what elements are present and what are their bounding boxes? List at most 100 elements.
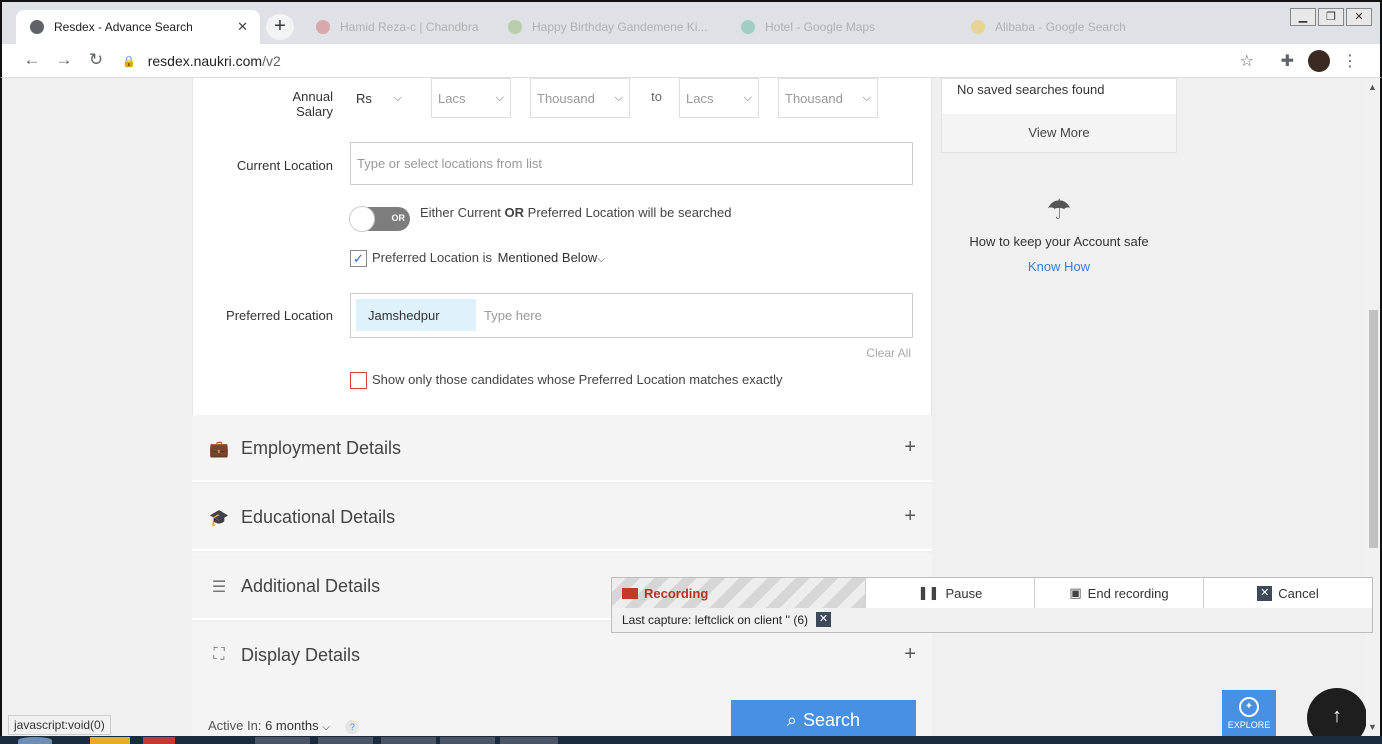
scroll-thumb[interactable] bbox=[1369, 310, 1378, 548]
expand-plus-icon[interactable]: + bbox=[904, 505, 916, 528]
or-toggle-description: Either Current OR Preferred Location wil… bbox=[420, 205, 731, 220]
taskbar-app[interactable] bbox=[255, 737, 310, 744]
page-scrollbar[interactable]: ▲ ▼ bbox=[1366, 78, 1380, 736]
chevron-down-icon: ⌵ bbox=[614, 91, 623, 104]
scroll-to-top-button[interactable]: ↑ bbox=[1307, 688, 1367, 736]
explore-label: EXPLORE bbox=[1227, 720, 1271, 730]
list-icon: ☰ bbox=[211, 579, 227, 596]
pause-icon: ❚❚ bbox=[917, 585, 940, 600]
url-path: /v2 bbox=[262, 53, 281, 69]
address-toolbar: ← → ↻ 🔒 resdex.naukri.com/v2 ☆ ✚ ⋮ bbox=[0, 44, 1382, 78]
last-capture-row: Last capture: leftclick on client '' (6)… bbox=[622, 612, 831, 627]
section-title: Additional Details bbox=[241, 576, 381, 596]
active-in-control: Active In: 6 months ⌵ ? bbox=[208, 718, 360, 734]
chevron-down-icon: ⌵ bbox=[322, 722, 330, 733]
briefcase-icon: 💼 bbox=[209, 441, 229, 458]
minimize-icon[interactable]: ▁ bbox=[1290, 8, 1316, 26]
saved-searches-box: No saved searches found View More bbox=[941, 78, 1177, 153]
scroll-down-arrow-icon[interactable]: ▼ bbox=[1368, 722, 1377, 732]
url-host: resdex.naukri.com bbox=[147, 53, 263, 69]
or-toggle[interactable]: OR bbox=[349, 206, 410, 232]
start-button[interactable] bbox=[18, 737, 52, 744]
recording-status-label: Recording bbox=[644, 585, 709, 601]
close-tab-icon[interactable]: ✕ bbox=[237, 19, 248, 35]
mentioned-below-dropdown[interactable]: Mentioned Below⌵ bbox=[498, 250, 605, 265]
min-lacs-select[interactable]: Lacs ⌵ bbox=[431, 78, 511, 118]
tab-resdex[interactable]: Resdex - Advance Search ✕ bbox=[16, 10, 260, 44]
toggle-knob bbox=[349, 206, 375, 232]
scroll-up-arrow-icon[interactable]: ▲ bbox=[1368, 82, 1377, 92]
max-lacs-select[interactable]: Lacs ⌵ bbox=[679, 78, 759, 118]
browser-status-bar: javascript:void(0) bbox=[8, 715, 111, 735]
extensions-puzzle-icon[interactable]: ✚ bbox=[1281, 51, 1294, 71]
back-arrow-icon[interactable]: ← bbox=[20, 50, 44, 70]
min-thousand-select[interactable]: Thousand ⌵ bbox=[530, 78, 630, 118]
max-thousand-select[interactable]: Thousand ⌵ bbox=[778, 78, 878, 118]
display-frame-icon: ⛶ bbox=[213, 646, 225, 663]
mentioned-below-value: Mentioned Below bbox=[497, 250, 598, 265]
search-form: Annual Salary Rs ⌵ Lacs ⌵ Thousand ⌵ to Lac… bbox=[192, 78, 932, 415]
end-recording-button[interactable]: ▣ End recording bbox=[1034, 578, 1203, 608]
taskbar-app[interactable] bbox=[318, 737, 373, 744]
active-in-dropdown[interactable]: 6 months ⌵ bbox=[265, 718, 330, 733]
pause-button[interactable]: ❚❚ Pause bbox=[865, 578, 1034, 608]
view-more-button[interactable]: View More bbox=[942, 114, 1176, 152]
chevron-down-icon: ⌵ bbox=[743, 91, 752, 104]
expand-plus-icon[interactable]: + bbox=[904, 643, 916, 666]
last-capture-text: Last capture: leftclick on client '' (6) bbox=[622, 612, 808, 627]
profile-avatar[interactable] bbox=[1308, 50, 1330, 72]
close-window-icon[interactable]: ✕ bbox=[1346, 8, 1372, 26]
preferred-location-input[interactable]: Jamshedpur Type here bbox=[350, 293, 913, 338]
help-icon[interactable]: ? bbox=[345, 720, 360, 734]
browser-tab-bar: Resdex - Advance Search ✕ + Hamid Reza-c… bbox=[0, 0, 1382, 44]
video-camera-icon bbox=[622, 587, 638, 599]
preferred-mentioned-checkbox[interactable]: ✓ bbox=[350, 250, 367, 267]
tab-background-2[interactable]: Happy Birthday Gandemene Ki... bbox=[494, 10, 719, 44]
taskbar-app[interactable] bbox=[500, 737, 558, 744]
section-employment-details[interactable]: 💼 Employment Details + bbox=[192, 415, 932, 482]
or-text-before: Either Current bbox=[420, 205, 505, 220]
clear-all-link[interactable]: Clear All bbox=[866, 346, 911, 360]
chevron-down-icon: ⌵ bbox=[495, 91, 504, 104]
active-in-label: Active In: bbox=[208, 718, 262, 733]
tab-title: Happy Birthday Gandemene Ki... bbox=[532, 20, 707, 34]
cancel-x-icon: ✕ bbox=[1257, 585, 1273, 601]
currency-select[interactable]: Rs ⌵ bbox=[350, 78, 408, 118]
end-recording-label: End recording bbox=[1087, 585, 1169, 601]
tab-background-4[interactable]: Alibaba - Google Search bbox=[957, 10, 1197, 44]
tab-background-3[interactable]: Hotel - Google Maps bbox=[727, 10, 952, 44]
window-controls: ▁ ❐ ✕ bbox=[1290, 8, 1372, 26]
current-location-input[interactable]: Type or select locations from list bbox=[350, 142, 913, 185]
section-title: Educational Details bbox=[241, 507, 396, 527]
exact-match-checkbox[interactable] bbox=[350, 372, 367, 389]
menu-kebab-icon[interactable]: ⋮ bbox=[1342, 51, 1358, 71]
search-button[interactable]: ⌕ Search bbox=[731, 700, 916, 736]
section-educational-details[interactable]: 🎓 Educational Details + bbox=[192, 484, 932, 551]
or-text-bold: OR bbox=[504, 205, 525, 220]
taskbar-app[interactable] bbox=[440, 737, 495, 744]
dismiss-capture-icon[interactable]: ✕ bbox=[816, 612, 831, 627]
toggle-text: OR bbox=[391, 213, 406, 223]
favicon-icon bbox=[508, 20, 522, 34]
pause-label: Pause bbox=[945, 585, 983, 601]
restore-icon[interactable]: ❐ bbox=[1318, 8, 1344, 26]
save-disk-icon: ▣ bbox=[1069, 585, 1082, 600]
reload-icon[interactable]: ↻ bbox=[84, 50, 108, 70]
know-how-link[interactable]: Know How bbox=[941, 259, 1177, 274]
expand-plus-icon[interactable]: + bbox=[904, 436, 916, 459]
url-bar[interactable]: 🔒 resdex.naukri.com/v2 bbox=[122, 49, 1262, 73]
forward-arrow-icon[interactable]: → bbox=[52, 50, 76, 70]
preferred-location-label: Preferred Location bbox=[226, 308, 333, 323]
taskbar-app[interactable] bbox=[143, 737, 175, 744]
account-safety-box: ☂ How to keep your Account safe Know How bbox=[941, 192, 1177, 274]
bookmark-star-icon[interactable]: ☆ bbox=[1240, 51, 1254, 71]
taskbar-app[interactable] bbox=[90, 737, 130, 744]
tab-title: Hotel - Google Maps bbox=[765, 20, 876, 34]
graduation-cap-icon: 🎓 bbox=[209, 510, 229, 527]
cancel-recording-button[interactable]: ✕ Cancel bbox=[1203, 578, 1372, 608]
taskbar-app[interactable] bbox=[381, 737, 436, 744]
new-tab-button[interactable]: + bbox=[266, 14, 294, 40]
explore-button[interactable]: ✦ EXPLORE bbox=[1222, 690, 1276, 736]
tab-background-1[interactable]: Hamid Reza-c | Chandbra Sab... bbox=[302, 10, 492, 44]
location-chip[interactable]: Jamshedpur bbox=[356, 299, 476, 331]
